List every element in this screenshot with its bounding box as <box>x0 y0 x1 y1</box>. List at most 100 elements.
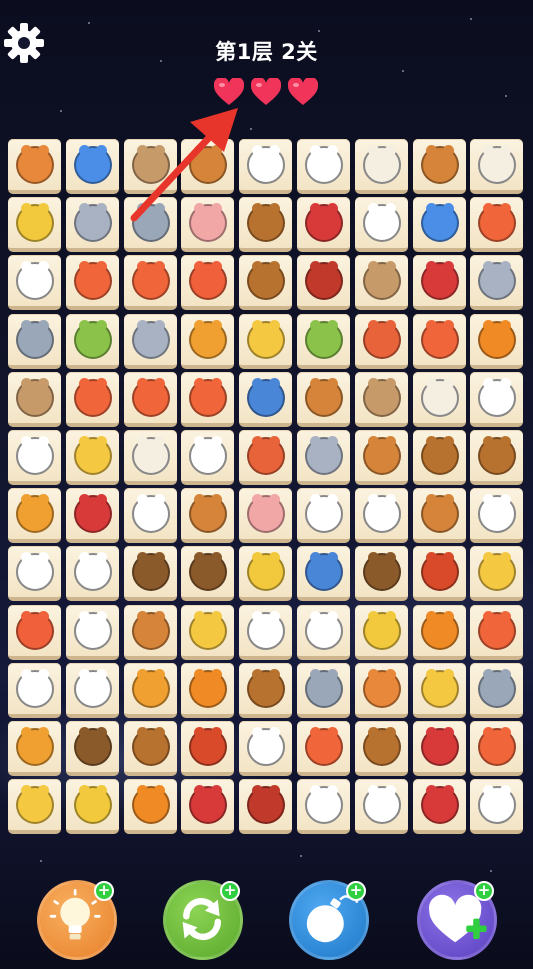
tile-fox[interactable] <box>66 255 119 310</box>
tile-horse[interactable] <box>413 139 466 194</box>
tile-bull[interactable] <box>239 255 292 310</box>
tile-giraffe[interactable] <box>66 779 119 834</box>
tile-rabbit[interactable] <box>470 779 523 834</box>
tile-pig[interactable] <box>181 197 234 252</box>
tile-mouse[interactable] <box>66 197 119 252</box>
tile-rabbit[interactable] <box>8 663 61 718</box>
tile-tiger[interactable] <box>124 663 177 718</box>
tile-rabbit[interactable] <box>297 605 350 660</box>
tile-tiger[interactable] <box>8 488 61 543</box>
tile-mouse[interactable] <box>124 314 177 369</box>
tile-tiger[interactable] <box>181 314 234 369</box>
tile-gorilla[interactable] <box>413 721 466 776</box>
shuffle-button[interactable]: + <box>163 880 243 960</box>
tile-hen[interactable] <box>8 430 61 485</box>
tile-bear[interactable] <box>124 546 177 601</box>
tile-panda[interactable] <box>8 546 61 601</box>
tile-fox[interactable] <box>124 372 177 427</box>
tile-fish[interactable] <box>181 255 234 310</box>
tile-monkey[interactable] <box>8 372 61 427</box>
tile-leopard[interactable] <box>470 546 523 601</box>
bomb-button[interactable]: + <box>289 880 369 960</box>
tile-bear[interactable] <box>181 546 234 601</box>
tile-hedgehog[interactable] <box>413 546 466 601</box>
tile-fox[interactable] <box>297 721 350 776</box>
tile-giraffe[interactable] <box>355 605 408 660</box>
tile-rhino[interactable] <box>297 546 350 601</box>
tile-elephant[interactable] <box>470 663 523 718</box>
tile-cat[interactable] <box>413 197 466 252</box>
tile-rabbit[interactable] <box>297 488 350 543</box>
tile-elephant[interactable] <box>297 663 350 718</box>
extra-life-button[interactable]: + <box>417 880 497 960</box>
tile-fox[interactable] <box>470 197 523 252</box>
tile-rabbit[interactable] <box>297 139 350 194</box>
tile-elephant[interactable] <box>8 314 61 369</box>
tile-bear[interactable] <box>66 721 119 776</box>
tile-rabbit[interactable] <box>66 546 119 601</box>
tile-boar[interactable] <box>297 255 350 310</box>
tile-leopard[interactable] <box>8 779 61 834</box>
tile-squirrel[interactable] <box>239 430 292 485</box>
tile-panda[interactable] <box>66 663 119 718</box>
tile-sheep[interactable] <box>355 139 408 194</box>
tile-gorilla[interactable] <box>413 255 466 310</box>
tile-parrot[interactable] <box>297 314 350 369</box>
tile-parrot[interactable] <box>66 314 119 369</box>
tile-panda[interactable] <box>355 197 408 252</box>
tile-raccoon[interactable] <box>8 139 61 194</box>
tile-sheep[interactable] <box>413 372 466 427</box>
tile-rabbit[interactable] <box>181 430 234 485</box>
tile-bull[interactable] <box>355 721 408 776</box>
tile-fox[interactable] <box>470 721 523 776</box>
tile-cow[interactable] <box>66 605 119 660</box>
tile-giraffe[interactable] <box>8 197 61 252</box>
tile-lion[interactable] <box>470 314 523 369</box>
tile-fox[interactable] <box>66 372 119 427</box>
tile-leopard[interactable] <box>239 314 292 369</box>
tile-bull[interactable] <box>124 721 177 776</box>
tile-rabbit[interactable] <box>239 139 292 194</box>
tile-fox[interactable] <box>413 314 466 369</box>
tile-tiger[interactable] <box>8 721 61 776</box>
tile-elephant[interactable] <box>124 197 177 252</box>
tile-pig[interactable] <box>239 488 292 543</box>
tile-boar[interactable] <box>239 779 292 834</box>
tile-mouse[interactable] <box>470 255 523 310</box>
tile-panda[interactable] <box>239 721 292 776</box>
tile-gorilla[interactable] <box>297 197 350 252</box>
tile-bull[interactable] <box>239 663 292 718</box>
tile-horse[interactable] <box>181 139 234 194</box>
tile-sheep[interactable] <box>470 139 523 194</box>
tile-bear[interactable] <box>355 546 408 601</box>
tile-monkey[interactable] <box>355 255 408 310</box>
tile-bull[interactable] <box>413 430 466 485</box>
tile-leopard[interactable] <box>181 605 234 660</box>
tile-lion[interactable] <box>181 663 234 718</box>
tile-squirrel[interactable] <box>355 314 408 369</box>
tile-raccoon[interactable] <box>355 663 408 718</box>
tile-monkey[interactable] <box>355 372 408 427</box>
tile-sheep[interactable] <box>124 430 177 485</box>
tile-lion[interactable] <box>124 779 177 834</box>
tile-lion[interactable] <box>413 605 466 660</box>
tile-rabbit[interactable] <box>239 605 292 660</box>
tile-gorilla[interactable] <box>66 488 119 543</box>
tile-horse[interactable] <box>355 430 408 485</box>
tile-hedgehog[interactable] <box>181 721 234 776</box>
tile-leopard[interactable] <box>66 430 119 485</box>
tile-bull[interactable] <box>239 197 292 252</box>
tile-fox[interactable] <box>124 255 177 310</box>
tile-mouse[interactable] <box>297 430 350 485</box>
tile-panda[interactable] <box>470 488 523 543</box>
tile-rabbit[interactable] <box>297 779 350 834</box>
tile-giraffe[interactable] <box>239 546 292 601</box>
tile-panda[interactable] <box>355 779 408 834</box>
tile-fox[interactable] <box>470 605 523 660</box>
tile-rabbit[interactable] <box>470 372 523 427</box>
tile-monkey[interactable] <box>124 139 177 194</box>
tile-fish[interactable] <box>8 605 61 660</box>
tile-hen[interactable] <box>124 488 177 543</box>
tile-gorilla[interactable] <box>413 779 466 834</box>
tile-rhino[interactable] <box>239 372 292 427</box>
